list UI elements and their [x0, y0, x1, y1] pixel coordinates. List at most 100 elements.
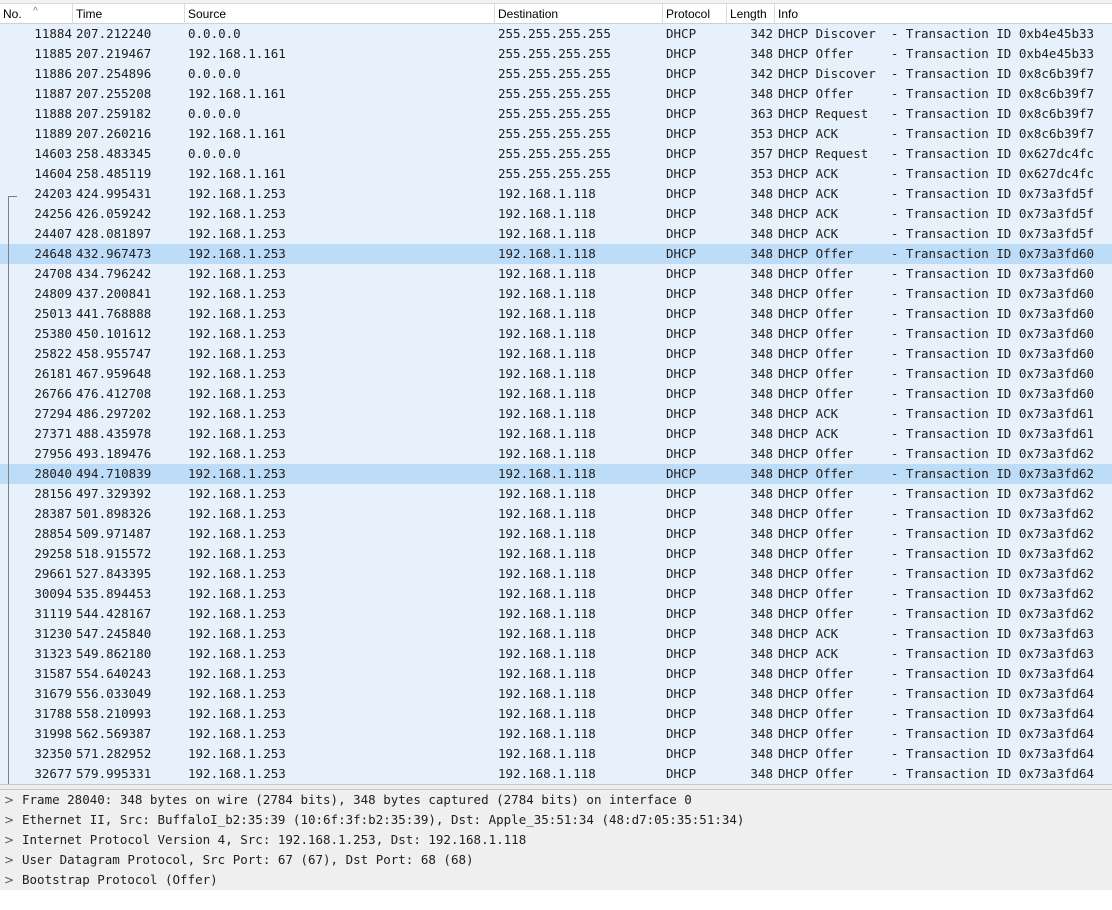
packet-row[interactable]: 24708 434.796242 192.168.1.253 192.168.1.11…	[0, 264, 1112, 284]
detail-tree-item[interactable]: > Internet Protocol Version 4, Src: 192.1…	[0, 830, 1112, 850]
cell-protocol: DHCP	[666, 426, 697, 441]
packet-row[interactable]: 25013 441.768888 192.168.1.253 192.168.1.11…	[0, 304, 1112, 324]
packet-row[interactable]: 25822 458.955747 192.168.1.253 192.168.1.11…	[0, 344, 1112, 364]
packet-row[interactable]: 14604 258.485119 192.168.1.161 255.255.255.…	[0, 164, 1112, 184]
packet-row[interactable]: 28387 501.898326 192.168.1.253 192.168.1.11…	[0, 504, 1112, 524]
packet-row[interactable]: 11885 207.219467 192.168.1.161 255.255.255.…	[0, 44, 1112, 64]
column-header-source[interactable]: Source	[185, 4, 495, 24]
detail-tree-item[interactable]: > User Datagram Protocol, Src Port: 67 (6…	[0, 850, 1112, 870]
packet-row[interactable]: 32350 571.282952 192.168.1.253 192.168.1.11…	[0, 744, 1112, 764]
column-header-no[interactable]: No. ^	[0, 4, 73, 24]
cell-protocol: DHCP	[666, 486, 697, 501]
packet-row[interactable]: 31323 549.862180 192.168.1.253 192.168.1.11…	[0, 644, 1112, 664]
cell-source: 192.168.1.253	[188, 506, 286, 521]
cell-info: DHCP Offer - Transaction ID 0x73a3fd62	[778, 466, 1095, 481]
packet-row[interactable]: 32677 579.995331 192.168.1.253 192.168.1.11…	[0, 764, 1112, 784]
cell-time: 486.297202	[76, 406, 152, 421]
column-header-info[interactable]: Info	[775, 4, 1112, 24]
packet-row[interactable]: 31119 544.428167 192.168.1.253 192.168.1.11…	[0, 604, 1112, 624]
packet-row[interactable]: 31230 547.245840 192.168.1.253 192.168.1.11…	[0, 624, 1112, 644]
packet-row[interactable]: 24407 428.081897 192.168.1.253 192.168.1.11…	[0, 224, 1112, 244]
cell-time: 432.967473	[76, 246, 152, 261]
packet-row[interactable]: 29258 518.915572 192.168.1.253 192.168.1.11…	[0, 544, 1112, 564]
packet-row[interactable]: 26766 476.412708 192.168.1.253 192.168.1.11…	[0, 384, 1112, 404]
cell-source: 192.168.1.253	[188, 246, 286, 261]
packet-row[interactable]: 27371 488.435978 192.168.1.253 192.168.1.11…	[0, 424, 1112, 444]
column-header-time[interactable]: Time	[73, 4, 185, 24]
packet-row[interactable]: 28040 494.710839 192.168.1.253 192.168.1.11…	[0, 464, 1112, 484]
cell-destination: 192.168.1.118	[498, 406, 596, 421]
packet-row[interactable]: 11884 207.212240 0.0.0.0 255.255.255.255 DHC…	[0, 24, 1112, 44]
cell-info: DHCP Offer - Transaction ID 0x73a3fd62	[778, 566, 1095, 581]
cell-length: 348	[750, 666, 773, 681]
cell-length: 348	[750, 746, 773, 761]
packet-row[interactable]: 26181 467.959648 192.168.1.253 192.168.1.11…	[0, 364, 1112, 384]
packet-row[interactable]: 27294 486.297202 192.168.1.253 192.168.1.11…	[0, 404, 1112, 424]
cell-destination: 192.168.1.118	[498, 746, 596, 761]
cell-source: 192.168.1.161	[188, 86, 286, 101]
packet-row[interactable]: 31998 562.569387 192.168.1.253 192.168.1.11…	[0, 724, 1112, 744]
packet-row[interactable]: 25380 450.101612 192.168.1.253 192.168.1.11…	[0, 324, 1112, 344]
cell-time: 467.959648	[76, 366, 152, 381]
cell-protocol: DHCP	[666, 606, 697, 621]
packet-list: No. ^ Time Source Destination Protocol L…	[0, 0, 1112, 784]
chevron-right-icon[interactable]: >	[4, 850, 16, 870]
cell-source: 0.0.0.0	[188, 26, 241, 41]
detail-tree-item[interactable]: > Ethernet II, Src: BuffaloI_b2:35:39 (10…	[0, 810, 1112, 830]
packet-row[interactable]: 28156 497.329392 192.168.1.253 192.168.1.11…	[0, 484, 1112, 504]
cell-no: 25013	[34, 306, 72, 321]
cell-source: 192.168.1.253	[188, 766, 286, 781]
detail-tree-item[interactable]: > Frame 28040: 348 bytes on wire (2784 bi…	[0, 790, 1112, 810]
packet-row[interactable]: 31679 556.033049 192.168.1.253 192.168.1.11…	[0, 684, 1112, 704]
cell-info: DHCP ACK - Transaction ID 0x73a3fd5f	[778, 206, 1095, 221]
cell-protocol: DHCP	[666, 366, 697, 381]
cell-destination: 192.168.1.118	[498, 266, 596, 281]
packet-row[interactable]: 27956 493.189476 192.168.1.253 192.168.1.11…	[0, 444, 1112, 464]
cell-protocol: DHCP	[666, 306, 697, 321]
packet-row[interactable]: 11888 207.259182 0.0.0.0 255.255.255.255 DHC…	[0, 104, 1112, 124]
packet-row[interactable]: 11889 207.260216 192.168.1.161 255.255.255.…	[0, 124, 1112, 144]
column-header-destination[interactable]: Destination	[495, 4, 663, 24]
packet-row[interactable]: 24256 426.059242 192.168.1.253 192.168.1.11…	[0, 204, 1112, 224]
chevron-right-icon[interactable]: >	[4, 810, 16, 830]
column-header-protocol[interactable]: Protocol	[663, 4, 727, 24]
cell-no: 28854	[34, 526, 72, 541]
chevron-right-icon[interactable]: >	[4, 790, 16, 810]
packet-row[interactable]: 24203 424.995431 192.168.1.253 192.168.1.11…	[0, 184, 1112, 204]
packet-row[interactable]: 11886 207.254896 0.0.0.0 255.255.255.255 DHC…	[0, 64, 1112, 84]
detail-tree-item-label: Ethernet II, Src: BuffaloI_b2:35:39 (10:…	[22, 812, 745, 827]
cell-time: 426.059242	[76, 206, 152, 221]
cell-no: 29258	[34, 546, 72, 561]
chevron-right-icon[interactable]: >	[4, 830, 16, 850]
cell-no: 28040	[34, 466, 72, 481]
packet-row[interactable]: 31788 558.210993 192.168.1.253 192.168.1.11…	[0, 704, 1112, 724]
cell-time: 207.260216	[76, 126, 152, 141]
cell-time: 509.971487	[76, 526, 152, 541]
cell-info: DHCP Offer - Transaction ID 0x73a3fd62	[778, 546, 1095, 561]
packet-row[interactable]: 28854 509.971487 192.168.1.253 192.168.1.11…	[0, 524, 1112, 544]
packet-row[interactable]: 14603 258.483345 0.0.0.0 255.255.255.255 DHC…	[0, 144, 1112, 164]
packet-row[interactable]: 31587 554.640243 192.168.1.253 192.168.1.11…	[0, 664, 1112, 684]
packet-row[interactable]: 29661 527.843395 192.168.1.253 192.168.1.11…	[0, 564, 1112, 584]
cell-protocol: DHCP	[666, 266, 697, 281]
packet-row[interactable]: 24648 432.967473 192.168.1.253 192.168.1.11…	[0, 244, 1112, 264]
packet-row[interactable]: 11887 207.255208 192.168.1.161 255.255.255.…	[0, 84, 1112, 104]
cell-info: DHCP Offer - Transaction ID 0x73a3fd62	[778, 606, 1095, 621]
cell-protocol: DHCP	[666, 646, 697, 661]
detail-tree-item[interactable]: > Bootstrap Protocol (Offer)	[0, 870, 1112, 890]
detail-tree-item-label: Internet Protocol Version 4, Src: 192.16…	[22, 832, 527, 847]
cell-no: 26181	[34, 366, 72, 381]
packet-row[interactable]: 30094 535.894453 192.168.1.253 192.168.1.11…	[0, 584, 1112, 604]
cell-source: 192.168.1.253	[188, 346, 286, 361]
cell-no: 31788	[34, 706, 72, 721]
cell-length: 348	[750, 526, 773, 541]
cell-protocol: DHCP	[666, 586, 697, 601]
cell-time: 207.219467	[76, 46, 152, 61]
column-header-length[interactable]: Length	[727, 4, 775, 24]
cell-info: DHCP Offer - Transaction ID 0x73a3fd62	[778, 506, 1095, 521]
cell-destination: 192.168.1.118	[498, 726, 596, 741]
cell-info: DHCP Offer - Transaction ID 0x73a3fd62	[778, 446, 1095, 461]
cell-no: 11886	[34, 66, 72, 81]
packet-row[interactable]: 24809 437.200841 192.168.1.253 192.168.1.11…	[0, 284, 1112, 304]
chevron-right-icon[interactable]: >	[4, 870, 16, 890]
